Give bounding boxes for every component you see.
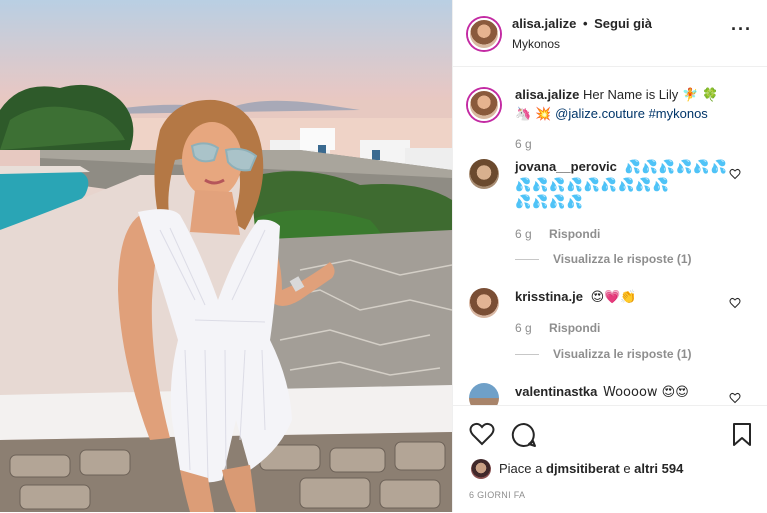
comment-2-line-1: krisstina.je 😍💗👏 [515, 289, 637, 305]
comments-list: alisa.jalize Her Name is Lily 🧚 🍀 🦄 💥 @j… [453, 67, 767, 405]
post-side-panel: alisa.jalize • Segui già Mykonos ··· ali… [452, 0, 767, 512]
caption-text: Her Name is Lily [582, 87, 679, 102]
comment-text: 😍💗👏 [590, 290, 637, 305]
post-photo[interactable] [0, 0, 452, 512]
comment-text: 💦💦💦💦💦💦 [624, 160, 728, 175]
post-actions: Piace a djmsitiberat e altri 594 6 GIORN… [453, 405, 767, 513]
replies-divider [515, 354, 539, 356]
reply-button[interactable]: Rispondi [549, 321, 600, 335]
bookmark-icon[interactable] [732, 422, 752, 447]
post-header: alisa.jalize • Segui già Mykonos ··· [453, 0, 767, 67]
caption-username[interactable]: alisa.jalize [515, 87, 579, 102]
heart-icon[interactable] [469, 422, 495, 446]
comment-username[interactable]: valentinastka [515, 384, 597, 399]
likes-prefix: Piace a [499, 461, 543, 476]
post-location[interactable]: Mykonos [512, 37, 560, 51]
author-avatar[interactable] [468, 18, 500, 50]
post-timestamp: 6 GIORNI FA [469, 490, 526, 500]
caption-avatar[interactable] [468, 89, 500, 121]
likes-line: Piace a djmsitiberat e altri 594 [499, 461, 683, 476]
comment-1-line-2: 💦💦💦💦💦💦💦💦💦 [515, 178, 670, 193]
likes-others-link[interactable]: altri 594 [634, 461, 683, 476]
comment-1-line-3: 💦💦💦💦 [515, 195, 584, 210]
comment-avatar[interactable] [469, 159, 499, 189]
comment-text: Woooow 😍😍 [603, 385, 689, 400]
view-replies-label: Visualizza le risposte (1) [553, 252, 692, 266]
comment-avatar[interactable] [469, 383, 499, 405]
likes-middle: e [623, 461, 631, 476]
view-replies-button[interactable]: Visualizza le risposte (1) [515, 347, 692, 361]
more-options-icon[interactable]: ··· [731, 20, 752, 38]
view-replies-button[interactable]: Visualizza le risposte (1) [515, 252, 692, 266]
comment-like-icon[interactable] [729, 297, 741, 309]
caption-mention-link[interactable]: @jalize.couture [555, 106, 645, 121]
liker-avatar[interactable] [471, 459, 491, 479]
comment-like-icon[interactable] [729, 168, 741, 180]
comment-2-meta: 6 g Rispondi [515, 321, 600, 335]
comment-age: 6 g [515, 227, 532, 241]
caption-line-2: 🦄 💥 @jalize.couture #mykonos [515, 105, 708, 124]
reply-button[interactable]: Rispondi [549, 227, 600, 241]
liker-username[interactable]: djmsitiberat [546, 461, 620, 476]
comment-age: 6 g [515, 321, 532, 335]
caption-age: 6 g [515, 137, 532, 151]
replies-divider [515, 259, 539, 261]
caption-emojis-2: 🦄 💥 [515, 107, 552, 122]
comment-like-icon[interactable] [729, 392, 741, 404]
comment-username[interactable]: jovana__perovic [515, 159, 617, 174]
comment-3-line-1: valentinastka Woooow 😍😍 [515, 384, 689, 400]
comment-icon[interactable] [511, 422, 537, 448]
view-replies-label: Visualizza le risposte (1) [553, 347, 692, 361]
comment-avatar[interactable] [469, 288, 499, 318]
comment-1-meta: 6 g Rispondi [515, 227, 600, 241]
header-separator: • [582, 16, 588, 31]
header-title-line: alisa.jalize • Segui già [512, 16, 652, 31]
follow-status[interactable]: Segui già [594, 16, 652, 31]
caption-emojis-1: 🧚 🍀 [681, 88, 719, 103]
comment-1-line-1: jovana__perovic 💦💦💦💦💦💦 [515, 159, 728, 177]
caption-hashtag-link[interactable]: #mykonos [649, 106, 708, 121]
comment-username[interactable]: krisstina.je [515, 289, 583, 304]
author-username[interactable]: alisa.jalize [512, 16, 576, 31]
photo-scene [0, 84, 452, 512]
caption-line-1: alisa.jalize Her Name is Lily 🧚 🍀 [515, 86, 718, 105]
